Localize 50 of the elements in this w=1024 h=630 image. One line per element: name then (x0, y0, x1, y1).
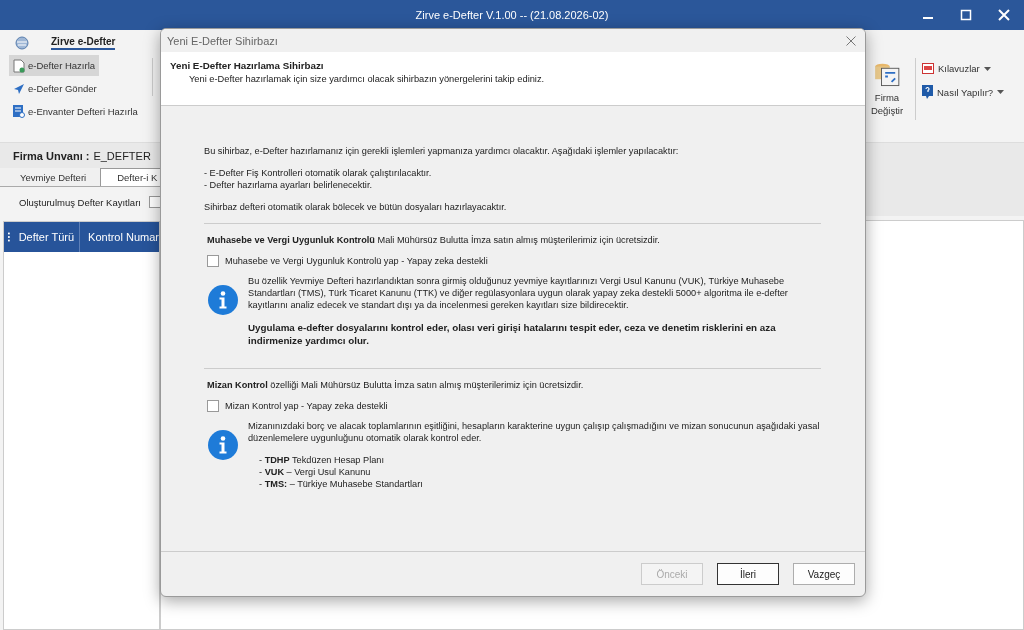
database-icon (872, 61, 902, 89)
section-heading: Mizan Kontrol özelliği Mali Mühürsüz Bulutta İmza satın almış müşterilerimiz için ücretsizdir. (207, 379, 585, 391)
list-item: - VUK – Vergi Usul Kanunu (259, 466, 372, 478)
list-item: - TDHP Tekdüzen Hesap Planı (259, 454, 385, 466)
intro-text: Sihirbaz defteri otomatik olarak bölecek ve bütün dosyaları hazırlayacaktır. (204, 201, 508, 213)
info-icon (208, 285, 238, 315)
tab[interactable]: Defter-i K (100, 168, 160, 186)
ribbon-tab[interactable]: Zirve e-Defter (51, 36, 116, 50)
tab[interactable]: Yevmiye Defteri (0, 168, 101, 186)
ribbon-button[interactable]: e-Defter Hazırla (9, 55, 100, 76)
info-icon (208, 430, 238, 460)
ribbon-button[interactable]: e-Defter Gönder (9, 78, 101, 99)
pdf-icon (922, 63, 934, 74)
section-heading: Muhasebe ve Vergi Uygunluk Kontrolü Mali Mühürsüz Bulutta İmza satın almış müşterilerimiz için ücretsizdir. (207, 234, 661, 246)
ribbon-button[interactable]: e-Envanter Defteri Hazırla (9, 101, 142, 122)
caret-icon (997, 90, 1005, 94)
checkbox[interactable] (207, 255, 219, 267)
dialog-button[interactable]: İleri (717, 563, 779, 585)
info-text: Bu özellik Yevmiye Defteri hazırlandıktan sonra girmiş olduğunuz yevmiye kayıtlarınızı Vergi Usul Kanunu (VUK), Türkiye Muhasebe Standartları (TMS), Türk Ticaret Kanunu (TTK) ve diğer regülasyonlara uygun olarak yapay zeka destekli 5000+ algoritma ile e-defter kayıtlarını analiz edecek ve standart dışı ya da incelenmesi gereken kayıtları size bildirecektir. (248, 275, 789, 311)
dropdown-menu-button[interactable]: Nasıl Yapılır? (922, 83, 1005, 101)
wizard-heading: Yeni E-Defter Hazırlama Sihirbazı (170, 60, 325, 71)
caret-icon (983, 66, 991, 71)
column-chooser-icon[interactable] (8, 232, 11, 242)
company-name: E_DEFTER (93, 149, 151, 162)
window-title: Zirve e-Defter V.1.00 -- (21.08.2026-02) (415, 9, 609, 21)
company-label: Firma Unvanı : (13, 149, 90, 162)
wizard-subtitle: Yeni e-Defter hazırlamak için size yardımcı olacak sihirbazın yönergelerini takip ediniz. (188, 74, 546, 84)
filter-label: Oluşturulmuş Defter Kayıtları (19, 196, 141, 208)
help-icon (922, 85, 933, 99)
document-icon (13, 58, 25, 73)
list-item: - TMS: – Türkiye Muhasebe Standartları (259, 478, 424, 490)
checkbox[interactable] (207, 400, 219, 412)
globe-icon (15, 36, 29, 50)
dialog-title: Yeni E-Defter Sihirbazı (167, 34, 278, 47)
bullet-item: - Defter hazırlama ayarları belirlenecektir. (204, 179, 373, 191)
dropdown-menu-button[interactable]: Kılavuzlar (922, 61, 1005, 76)
close-icon[interactable] (846, 35, 856, 46)
column-header[interactable]: Defter Türü (10, 222, 81, 252)
option-checkbox[interactable]: Muhasebe ve Vergi Uygunluk Kontrolü yap - Yapay zeka destekli (207, 255, 488, 267)
option-checkbox[interactable]: Mizan Kontrol yap - Yapay zeka destekli (207, 400, 388, 412)
dialog-button[interactable]: Vazgeç (793, 563, 855, 585)
info-text: Uygulama e-defter dosyalarını kontrol eder, olası veri girişi hatalarını tespit eder, ceza ve denetim risklerini en aza indirmenize yardımcı olur. (248, 321, 777, 347)
bullet-item: - E-Defter Fiş Kontrolleri otomatik olarak çalıştırılacaktır. (204, 167, 433, 179)
list-icon (13, 105, 25, 118)
intro-text: Bu sihirbaz, e-Defter hazırlamanız için gerekli işlemleri yapmanıza yardımcı olacaktır. Aşağıdaki işlemler yapılacaktır: (204, 145, 680, 157)
paper-plane-icon (13, 82, 25, 95)
column-header[interactable]: Kontrol Numar (80, 222, 159, 252)
info-text: Mizanınızdaki borç ve alacak toplamlarının eşitliğini, hesapların karakterine uygun çalışıp çalışmadığını ve mizan sonucunun aşağıdaki yasal düzenlemelere uygunluğunu otomatik olarak kontrol eder. (248, 420, 821, 444)
maximize-icon[interactable] (960, 9, 972, 21)
checkbox[interactable] (148, 196, 160, 208)
